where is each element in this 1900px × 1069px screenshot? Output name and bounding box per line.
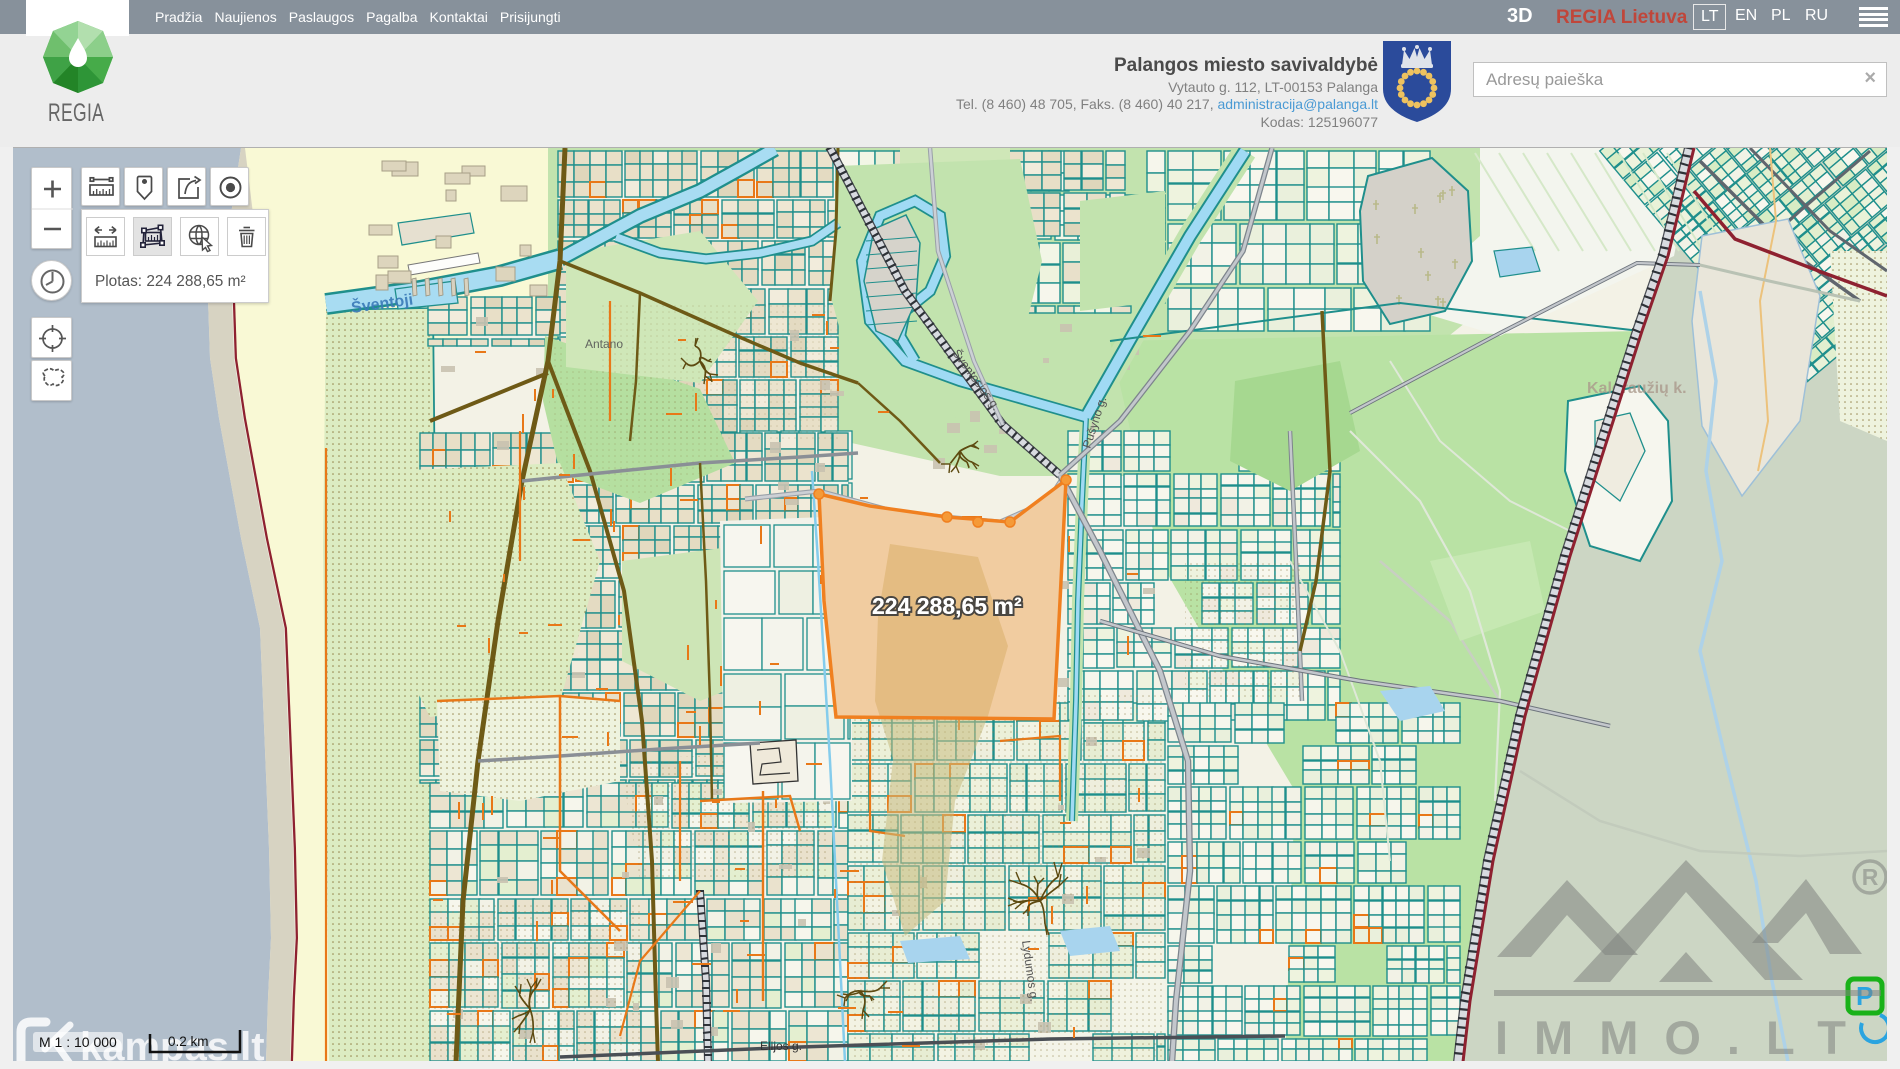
svg-text:IMMO.LT: IMMO.LT (1495, 1011, 1872, 1061)
svg-text:Elijos g.: Elijos g. (760, 1039, 802, 1053)
svg-text:0.2 km: 0.2 km (168, 1034, 209, 1049)
svg-text:R: R (1862, 864, 1879, 890)
svg-text:224 288,65 m²: 224 288,65 m² (872, 593, 1022, 619)
svg-text:Kalgraužių k.: Kalgraužių k. (1587, 380, 1687, 397)
svg-text:Antano: Antano (585, 337, 623, 351)
